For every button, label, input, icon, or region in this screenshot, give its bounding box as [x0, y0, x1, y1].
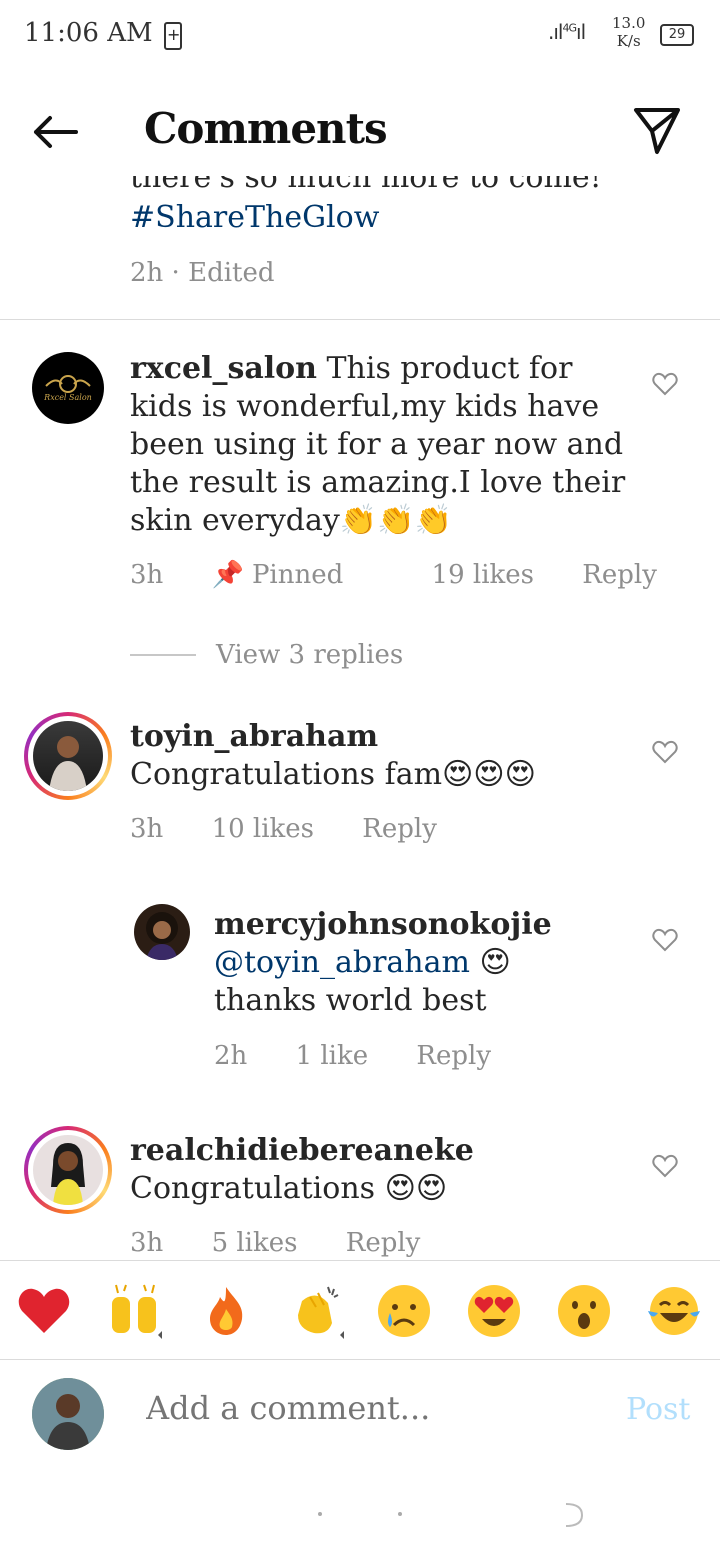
likes-count[interactable]: 5 likes: [212, 1228, 298, 1258]
nav-dot[interactable]: [398, 1512, 402, 1516]
network-speed-unit: K/s: [616, 32, 641, 50]
comment-text: Congratulations fam: [130, 757, 443, 792]
person-photo: [51, 1143, 85, 1205]
heart-eyes-emoji[interactable]: [466, 1283, 522, 1339]
comment-meta: 3h 5 likes Reply: [130, 1228, 460, 1258]
mention-link[interactable]: @toyin_abraham: [214, 945, 470, 980]
edited-label: Edited: [188, 258, 275, 288]
avatar-toyin-abraham[interactable]: [33, 721, 103, 791]
comment-time: 3h: [130, 1228, 164, 1258]
tears-of-joy-emoji[interactable]: [646, 1283, 702, 1339]
current-user-avatar: [32, 1378, 104, 1450]
charging-icon: [164, 22, 182, 50]
replies-line: [130, 654, 196, 656]
network-type: 4G: [562, 21, 577, 35]
heart-eyes-emoji: 😍😍: [384, 1171, 448, 1206]
comment-username[interactable]: realchidiebereaneke: [130, 1133, 474, 1168]
surprised-face-emoji[interactable]: [556, 1283, 612, 1339]
previous-comment-time: 2h: [130, 258, 164, 288]
comment-meta: 3h 10 likes Reply: [130, 814, 477, 844]
reply-meta: 2h 1 like Reply: [214, 1041, 531, 1071]
pin-icon: 📌: [211, 560, 244, 590]
back-arrow-icon[interactable]: [30, 110, 80, 154]
avatar-text: Rxcel Salon: [43, 393, 92, 402]
header: Comments: [0, 90, 720, 176]
likes-count[interactable]: 1 like: [296, 1041, 369, 1071]
reply-button[interactable]: Reply: [416, 1041, 491, 1071]
system-navigation-bar: [0, 1470, 720, 1560]
crying-face-emoji[interactable]: [376, 1283, 432, 1339]
clapping-hands-emoji[interactable]: [288, 1283, 344, 1339]
person-photo: [146, 912, 178, 960]
pinned-text: Pinned: [251, 560, 344, 590]
comment-time: 2h: [214, 1041, 248, 1071]
status-time: 11:06 AM: [24, 18, 153, 48]
comment-body: rxcel_salon This product for kids is won…: [130, 350, 630, 540]
comment-body: realchidiebereaneke Congratulations 😍😍: [130, 1132, 630, 1208]
comment-time: 3h: [130, 814, 164, 844]
nav-dot[interactable]: [318, 1512, 322, 1516]
comment-text: Congratulations: [130, 1171, 376, 1206]
avatar-rxcel-salon[interactable]: Rxcel Salon: [32, 352, 104, 424]
network-speed: 13.0 K/s: [612, 14, 645, 50]
reply-body: mercyjohnsonokojie @toyin_abraham 😍 than…: [214, 906, 634, 1020]
person-photo: [32, 1378, 104, 1450]
likes-count[interactable]: 10 likes: [212, 814, 314, 844]
story-ring[interactable]: [24, 712, 112, 800]
salon-logo-icon: Rxcel Salon: [43, 375, 92, 402]
avatar-realchidiebereaneke[interactable]: [33, 1135, 103, 1205]
comment-body: toyin_abraham Congratulations fam😍😍😍: [130, 718, 630, 794]
clapping-emoji: 👏👏👏: [339, 503, 452, 538]
pinned-label: 📌 Pinned: [212, 560, 384, 590]
comment-username[interactable]: toyin_abraham: [130, 719, 378, 754]
fire-emoji[interactable]: [198, 1283, 254, 1339]
comment-input[interactable]: [144, 1388, 588, 1428]
network-speed-value: 13.0: [612, 14, 646, 32]
comment-meta: 3h 📌 Pinned 19 likes Reply: [130, 560, 697, 590]
person-photo: [49, 736, 87, 791]
avatar-mercyjohnsonokojie[interactable]: [134, 904, 190, 960]
back-gesture-icon[interactable]: [560, 1500, 586, 1530]
reply-button[interactable]: Reply: [362, 814, 437, 844]
heart-eyes-emoji: 😍: [479, 945, 511, 980]
story-ring[interactable]: [24, 1126, 112, 1214]
comment-composer: Post: [0, 1360, 720, 1470]
likes-count[interactable]: 19 likes: [432, 560, 534, 590]
emoji-reaction-bar: [0, 1260, 720, 1360]
like-heart-icon[interactable]: [652, 1154, 678, 1178]
hashtag-link[interactable]: #ShareTheGlow: [130, 200, 379, 235]
reply-button[interactable]: Reply: [582, 560, 657, 590]
previous-comment-meta: 2h · Edited: [130, 258, 275, 288]
page-title: Comments: [144, 104, 388, 153]
comment-username[interactable]: rxcel_salon: [130, 351, 317, 386]
comment-text: thanks world best: [214, 983, 487, 1018]
battery-icon: 29: [660, 24, 694, 46]
direct-message-icon[interactable]: [630, 104, 684, 158]
red-heart-emoji[interactable]: [16, 1283, 72, 1339]
reply-button[interactable]: Reply: [346, 1228, 421, 1258]
comment-time: 3h: [130, 560, 164, 590]
like-heart-icon[interactable]: [652, 740, 678, 764]
signal-icon: .ıl4Gıl: [548, 20, 586, 44]
view-replies-label[interactable]: View 3 replies: [216, 640, 403, 670]
raising-hands-emoji[interactable]: [106, 1283, 162, 1339]
like-heart-icon[interactable]: [652, 928, 678, 952]
divider: [0, 319, 720, 320]
heart-eyes-emoji: 😍😍😍: [442, 757, 536, 792]
comment-username[interactable]: mercyjohnsonokojie: [214, 907, 552, 942]
post-button[interactable]: Post: [626, 1392, 690, 1427]
status-bar: 11:06 AM .ıl4Gıl 13.0 K/s 29: [0, 0, 720, 70]
like-heart-icon[interactable]: [652, 372, 678, 396]
